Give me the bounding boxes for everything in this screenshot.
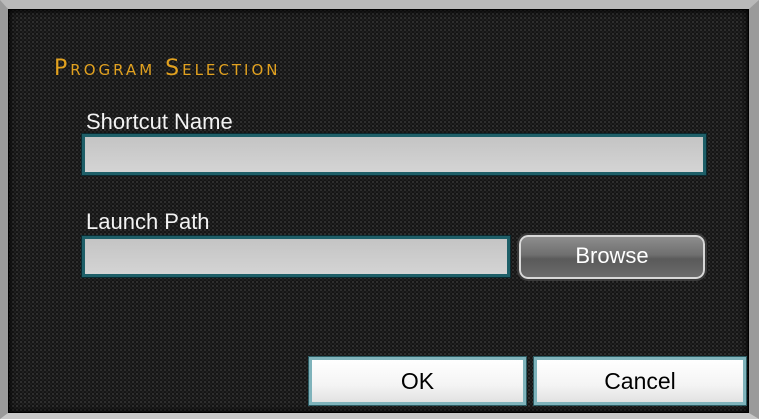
cancel-button[interactable]: Cancel [533,356,747,406]
shortcut-name-label: Shortcut Name [86,109,233,134]
shortcut-name-field[interactable] [81,133,707,176]
dialog-title: Program Selection [54,56,281,81]
launch-path-field[interactable] [81,235,511,278]
ok-button[interactable]: OK [308,356,527,406]
launch-path-label: Launch Path [86,209,210,234]
browse-button[interactable]: Browse [517,233,707,281]
